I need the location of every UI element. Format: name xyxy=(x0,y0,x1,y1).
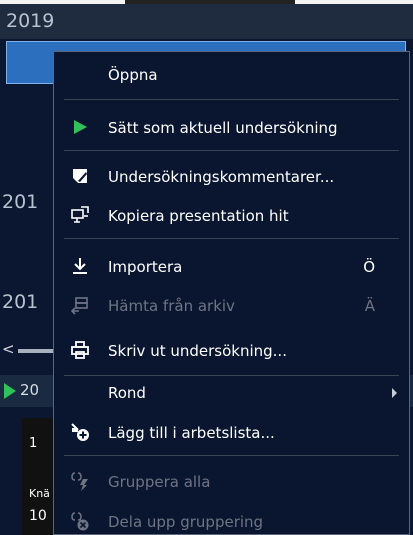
download-icon xyxy=(70,256,90,276)
menu-item-shortcut: Ö xyxy=(363,258,375,276)
chevron-right-icon xyxy=(392,388,397,398)
menu-item-import[interactable]: Importera Ö xyxy=(54,252,409,280)
current-study-label: 20 xyxy=(20,381,40,399)
menu-separator xyxy=(64,238,399,239)
group-icon xyxy=(70,471,90,491)
menu-separator xyxy=(64,455,399,456)
printer-icon xyxy=(70,340,90,360)
menu-item-set-current[interactable]: Sätt som aktuell undersökning xyxy=(54,113,409,141)
thumbnail-value: 10 xyxy=(29,508,47,524)
ungroup-icon xyxy=(70,511,90,531)
play-icon xyxy=(70,117,90,137)
menu-separator xyxy=(64,99,399,100)
copy-presentation-icon xyxy=(70,205,90,225)
year-label: 201 xyxy=(2,291,39,313)
menu-separator xyxy=(64,375,399,376)
menu-separator xyxy=(64,150,399,151)
thumbnail-label: Knä xyxy=(29,487,50,500)
play-icon xyxy=(4,383,16,399)
year-group-header[interactable]: 2019 xyxy=(0,4,413,39)
menu-item-label: Rond xyxy=(108,384,146,402)
menu-item-print[interactable]: Skriv ut undersökning... xyxy=(54,336,409,364)
menu-item-copy-presentation[interactable]: Kopiera presentation hit xyxy=(54,201,409,229)
thumbnail-number: 1 xyxy=(29,436,38,451)
menu-item-label: Gruppera alla xyxy=(108,473,211,491)
menu-item-shortcut: Ä xyxy=(364,297,375,315)
menu-item-label: Öppna xyxy=(108,66,158,84)
year-label: 2019 xyxy=(6,10,55,32)
scroll-left-icon[interactable]: < xyxy=(2,340,15,358)
menu-item-open[interactable]: Öppna xyxy=(54,60,409,88)
year-label: 201 xyxy=(2,191,39,213)
menu-item-label: Hämta från arkiv xyxy=(108,297,235,315)
menu-item-ungroup[interactable]: Dela upp gruppering xyxy=(54,507,409,535)
menu-item-label: Kopiera presentation hit xyxy=(108,207,289,225)
menu-item-label: Undersökningskommentarer... xyxy=(108,168,335,186)
menu-item-label: Sätt som aktuell undersökning xyxy=(108,119,338,137)
menu-item-label: Importera xyxy=(108,258,183,276)
archive-fetch-icon xyxy=(70,295,90,315)
menu-item-fetch-archive[interactable]: Hämta från arkiv Ä xyxy=(54,291,409,319)
add-to-worklist-icon xyxy=(70,422,90,442)
menu-item-add-worklist[interactable]: Lägg till i arbetslista... xyxy=(54,418,409,446)
comment-edit-icon xyxy=(70,166,90,186)
menu-item-label: Dela upp gruppering xyxy=(108,513,264,531)
menu-item-group-all[interactable]: Gruppera alla xyxy=(54,467,409,495)
menu-item-comments[interactable]: Undersökningskommentarer... xyxy=(54,162,409,190)
context-menu: Öppna Sätt som aktuell undersökning Unde… xyxy=(53,51,410,535)
menu-item-label: Skriv ut undersökning... xyxy=(108,342,287,360)
menu-item-label: Lägg till i arbetslista... xyxy=(108,424,275,442)
menu-item-rond[interactable]: Rond xyxy=(54,378,409,406)
